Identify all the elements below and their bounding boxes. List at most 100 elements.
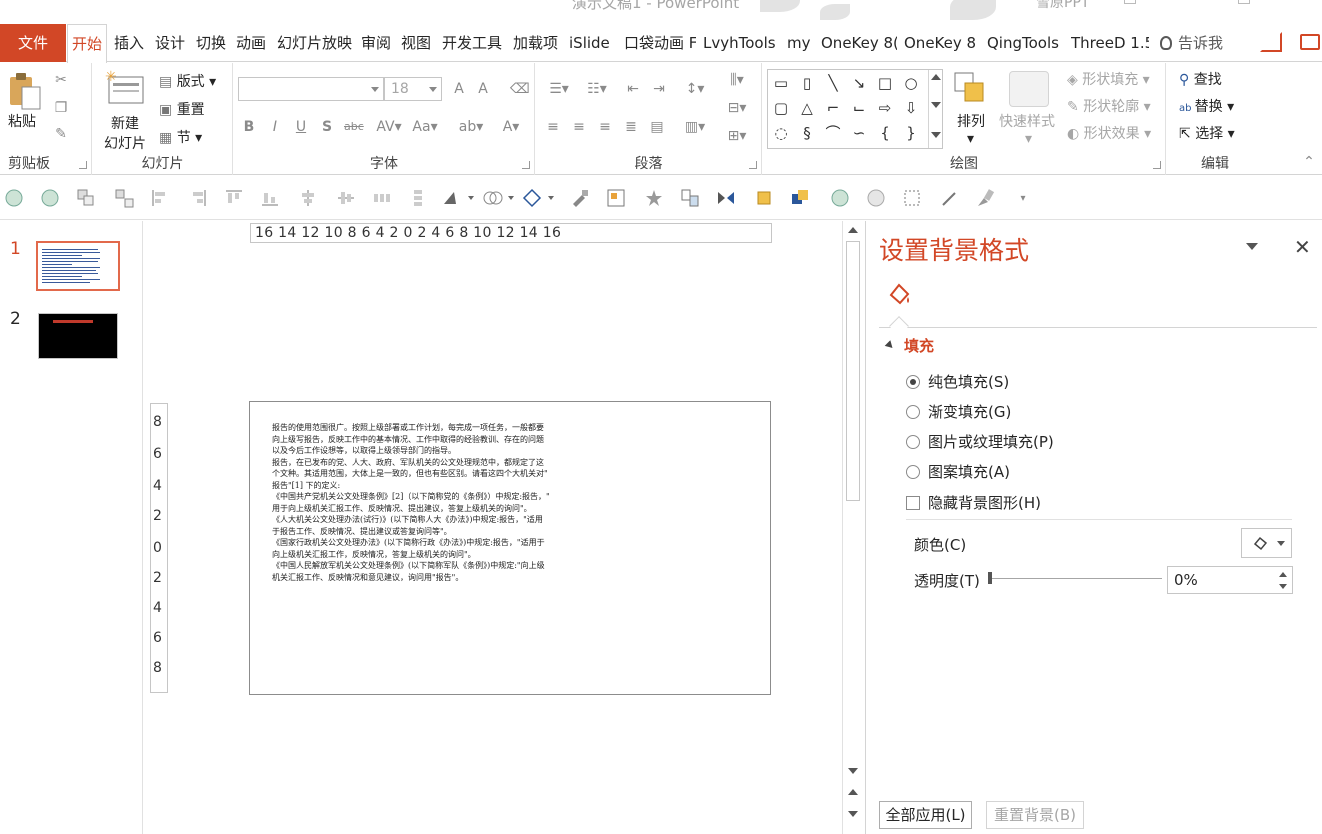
- gallery-up-icon[interactable]: [931, 74, 941, 80]
- pane-options-icon[interactable]: [1246, 243, 1258, 250]
- underline-icon[interactable]: U: [292, 118, 310, 136]
- radio-unselected[interactable]: [906, 405, 920, 419]
- clipboard-launcher-icon[interactable]: [79, 161, 87, 169]
- new-slide-button[interactable]: 新建 幻灯片: [97, 113, 153, 153]
- freeform-shape-icon[interactable]: ◌: [770, 122, 792, 144]
- font-name-combo[interactable]: [238, 77, 384, 101]
- gallery-more-icon[interactable]: [931, 132, 941, 138]
- tab-slideshow[interactable]: 幻灯片放映: [277, 24, 352, 62]
- columns-icon[interactable]: ▥▾: [680, 118, 710, 136]
- select-button[interactable]: ⇱ 选择 ▾: [1179, 123, 1235, 143]
- transparency-spinner[interactable]: 0%: [1167, 566, 1293, 594]
- shrink-font-icon[interactable]: A: [474, 80, 492, 98]
- cut-icon[interactable]: ✂: [52, 71, 70, 89]
- tab-threed[interactable]: ThreeD 1.5: [1071, 24, 1149, 62]
- triangle-shape-icon[interactable]: △: [796, 97, 818, 119]
- close-icon[interactable]: ✕: [1294, 235, 1311, 259]
- align-text-icon[interactable]: ⊟▾: [722, 99, 752, 117]
- radio-unselected[interactable]: [906, 465, 920, 479]
- font-size-combo[interactable]: 18: [384, 77, 442, 101]
- vertical-textbox-shape-icon[interactable]: ▯: [796, 72, 818, 94]
- shape-effects-button[interactable]: ◐ 形状效果 ▾: [1067, 123, 1151, 143]
- slide-thumbnail-1[interactable]: [36, 241, 120, 291]
- pattern-fill-option[interactable]: 图案填充(A): [906, 461, 1010, 482]
- radio-selected[interactable]: [906, 375, 920, 389]
- elbow-arrow-shape-icon[interactable]: ⌙: [848, 97, 870, 119]
- bold-icon[interactable]: B: [240, 118, 258, 136]
- change-case-icon[interactable]: Aa▾: [410, 118, 440, 136]
- mirror-tool-icon[interactable]: [716, 188, 736, 208]
- tab-insert[interactable]: 插入: [114, 24, 144, 62]
- rounded-rect-shape-icon[interactable]: ▢: [770, 97, 792, 119]
- tab-view[interactable]: 视图: [401, 24, 431, 62]
- ungroup-icon[interactable]: [114, 188, 134, 208]
- left-brace-shape-icon[interactable]: {: [874, 122, 896, 144]
- color-picker-button[interactable]: [1241, 528, 1292, 558]
- numbering-icon[interactable]: ☷▾: [582, 80, 612, 98]
- tab-onekey-8[interactable]: OneKey 8: [904, 24, 976, 62]
- highlight-icon[interactable]: ab▾: [456, 118, 486, 136]
- oval-shape-icon[interactable]: ○: [900, 72, 922, 94]
- slide-canvas[interactable]: 报告的使用范围很广。按照上级部署或工作计划，每完成一项任务，一般都要 向上级写报…: [249, 401, 771, 695]
- replace-button[interactable]: ab 替换 ▾: [1179, 96, 1234, 116]
- drawing-launcher-icon[interactable]: [1153, 161, 1161, 169]
- arc-shape-icon[interactable]: ⌒: [822, 122, 844, 144]
- grow-font-icon[interactable]: A: [450, 80, 468, 98]
- scroll-thumb[interactable]: [846, 241, 860, 501]
- paste-button[interactable]: 粘贴: [8, 111, 36, 131]
- shadow-icon[interactable]: S: [318, 118, 336, 136]
- transparency-slider[interactable]: [990, 578, 1162, 579]
- rectangle-shape-icon[interactable]: □: [874, 72, 896, 94]
- italic-icon[interactable]: I: [266, 118, 284, 136]
- align-bottom-tool-icon[interactable]: [260, 188, 280, 208]
- tab-onekey-8-plus[interactable]: OneKey 8(: [821, 24, 897, 62]
- align-right-tool-icon[interactable]: [188, 188, 208, 208]
- copy-icon[interactable]: ❐: [52, 99, 70, 117]
- rotate-tool-icon[interactable]: [442, 188, 476, 208]
- right-arrow-shape-icon[interactable]: ⇨: [874, 97, 896, 119]
- user-name[interactable]: 雪原PPT: [1036, 0, 1089, 12]
- shape-combo-tool-icon[interactable]: [790, 188, 810, 208]
- tab-lvyhtools[interactable]: LvyhTools: [703, 24, 776, 62]
- share-icon[interactable]: [1260, 32, 1282, 52]
- distribute-v-tool-icon[interactable]: [408, 188, 428, 208]
- tab-islide[interactable]: iSlide: [569, 24, 610, 62]
- tab-design[interactable]: 设计: [155, 24, 185, 62]
- shape-fill-button[interactable]: ◈ 形状填充 ▾: [1067, 69, 1150, 89]
- text-direction-icon[interactable]: ⫼▾: [722, 71, 752, 89]
- transparency-slider-thumb[interactable]: [988, 572, 992, 584]
- tab-transitions[interactable]: 切换: [196, 24, 226, 62]
- merge-shapes-icon[interactable]: [482, 188, 516, 208]
- spin-up-icon[interactable]: [1279, 572, 1287, 577]
- swap-tool-icon[interactable]: [680, 188, 700, 208]
- restore-icon[interactable]: [1238, 0, 1250, 4]
- gradient-fill-option[interactable]: 渐变填充(G): [906, 401, 1011, 422]
- decrease-indent-icon[interactable]: ⇤: [624, 80, 642, 98]
- right-brace-shape-icon[interactable]: }: [900, 122, 922, 144]
- paragraph-launcher-icon[interactable]: [749, 161, 757, 169]
- eyedropper-tool-icon[interactable]: [940, 188, 960, 208]
- align-right-icon[interactable]: ≡: [596, 118, 614, 136]
- picture-fill-option[interactable]: 图片或纹理填充(P): [906, 431, 1054, 452]
- elbow-connector-shape-icon[interactable]: ⌐: [822, 97, 844, 119]
- down-arrow-shape-icon[interactable]: ⇩: [900, 97, 922, 119]
- shape-color-tool-icon[interactable]: [754, 188, 774, 208]
- customize-toolbar-icon[interactable]: ▾: [1014, 190, 1032, 208]
- apply-to-all-button[interactable]: 全部应用(L): [879, 801, 972, 829]
- ribbon-display-icon[interactable]: [1124, 0, 1136, 4]
- comment-icon[interactable]: [1300, 34, 1320, 50]
- clear-format-icon[interactable]: ⌫: [510, 80, 530, 98]
- crop-tool-icon[interactable]: [902, 188, 922, 208]
- char-spacing-icon[interactable]: AV▾: [374, 118, 404, 136]
- strikethrough-icon[interactable]: abc: [344, 118, 364, 136]
- tab-animations[interactable]: 动画: [236, 24, 266, 62]
- tab-home[interactable]: 开始: [67, 24, 107, 63]
- align-left-tool-icon[interactable]: [150, 188, 170, 208]
- scroll-down-icon[interactable]: [848, 768, 858, 774]
- scroll-up-icon[interactable]: [848, 227, 858, 233]
- checkbox[interactable]: [906, 496, 920, 510]
- distribute-h-tool-icon[interactable]: [372, 188, 392, 208]
- align-top-tool-icon[interactable]: [224, 188, 244, 208]
- format-painter-icon[interactable]: ✎: [52, 125, 70, 143]
- quick-styles-button[interactable]: 快速样式 ▾: [999, 111, 1055, 147]
